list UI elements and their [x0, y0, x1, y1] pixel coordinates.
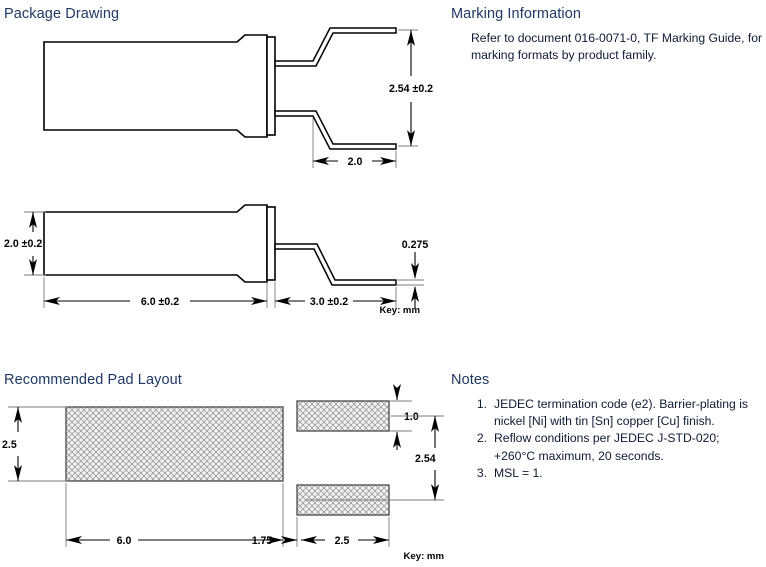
marking-information-body: Refer to document 016-0071-0, TF Marking… [471, 31, 763, 62]
dimension-label-body-height: 2.0 ±0.2 [4, 238, 42, 250]
note-text: Reflow conditions per JEDEC J-STD-020; +… [494, 431, 720, 463]
dimension-lead-bend-length: 2.0 [312, 118, 397, 168]
dimension-large-pad-height: 2.5 [2, 406, 68, 482]
dimension-label-large-pad-height: 2.5 [2, 439, 17, 451]
dimension-label-pad-pitch: 2.54 [415, 453, 436, 465]
package-endcap-top [266, 36, 276, 136]
package-endcap-side [266, 206, 276, 281]
datasheet-page: Package Drawing Marking Information Reco… [0, 0, 766, 567]
section-title-recommended-pad-layout: Recommended Pad Layout [4, 372, 182, 388]
package-drawing-figure: 2.54 ±0.2 2.0 2.0 ±0.2 6.0 ±0.2 3.0 ±0.2… [4, 27, 433, 316]
arrow-head [393, 384, 401, 400]
dimension-label-small-pad-width: 2.5 [335, 535, 350, 547]
package-side-view: 2.0 ±0.2 6.0 ±0.2 3.0 ±0.2 0.275 Key: mm [4, 204, 428, 316]
dimension-label-lead-thickness: 0.275 [402, 239, 429, 251]
dimension-large-pad-width: 6.0 [65, 483, 284, 547]
dimension-label-small-pad-height: 1.0 [404, 411, 419, 423]
package-drawing-key-label: Key: mm [379, 305, 420, 316]
note-item: 2. Reflow conditions per JEDEC J-STD-020… [467, 430, 763, 464]
dimension-lead-span-height: 2.54 ±0.2 [389, 29, 433, 147]
note-item: 1. JEDEC termination code (e2). Barrier-… [467, 396, 763, 430]
note-text: MSL = 1. [494, 465, 543, 480]
lead-lower [274, 110, 397, 150]
package-top-view: 2.54 ±0.2 2.0 [43, 27, 433, 168]
dimension-label-lead-bend-length: 2.0 [348, 156, 363, 168]
dimension-label-body-length: 6.0 ±0.2 [141, 296, 179, 308]
note-number: 1. [476, 397, 487, 411]
dimension-body-length: 6.0 ±0.2 [43, 277, 268, 308]
note-text: JEDEC termination code (e2). Barrier-pla… [494, 397, 749, 429]
package-body-outline-side [43, 204, 268, 283]
dimension-label-lead-span-height: 2.54 ±0.2 [389, 83, 433, 95]
pad-large [65, 406, 284, 482]
dimension-small-pad-width: 2.5 [301, 517, 390, 547]
dimension-lead-thickness: 0.275 [396, 239, 428, 308]
section-title-marking-information: Marking Information [451, 6, 582, 22]
lead-side-profile [274, 243, 397, 286]
pad-small-top [296, 400, 390, 432]
dimension-label-large-pad-width: 6.0 [117, 535, 132, 547]
dimension-pad-gap: 1.75 [252, 517, 298, 547]
note-number: 2. [476, 431, 487, 446]
package-body-outline-top [43, 34, 268, 138]
dimension-label-pad-gap: 1.75 [252, 535, 273, 547]
pad-layout-key-label: Key: mm [403, 551, 444, 562]
dimension-lead-length: 3.0 ±0.2 [274, 282, 397, 308]
dimension-small-pad-height: 1.0 [389, 384, 419, 450]
lead-upper [274, 27, 397, 67]
note-item: 3. MSL = 1. [467, 465, 763, 482]
pad-layout-figure: 2.5 6.0 1.75 2.5 1.0 2.54 Key: mm [2, 384, 444, 562]
note-number: 3. [476, 465, 487, 480]
notes-list: 1. JEDEC termination code (e2). Barrier-… [467, 396, 763, 482]
dimension-body-height: 2.0 ±0.2 [4, 211, 46, 276]
section-title-notes: Notes [451, 372, 490, 388]
dimension-label-lead-length: 3.0 ±0.2 [310, 296, 348, 308]
